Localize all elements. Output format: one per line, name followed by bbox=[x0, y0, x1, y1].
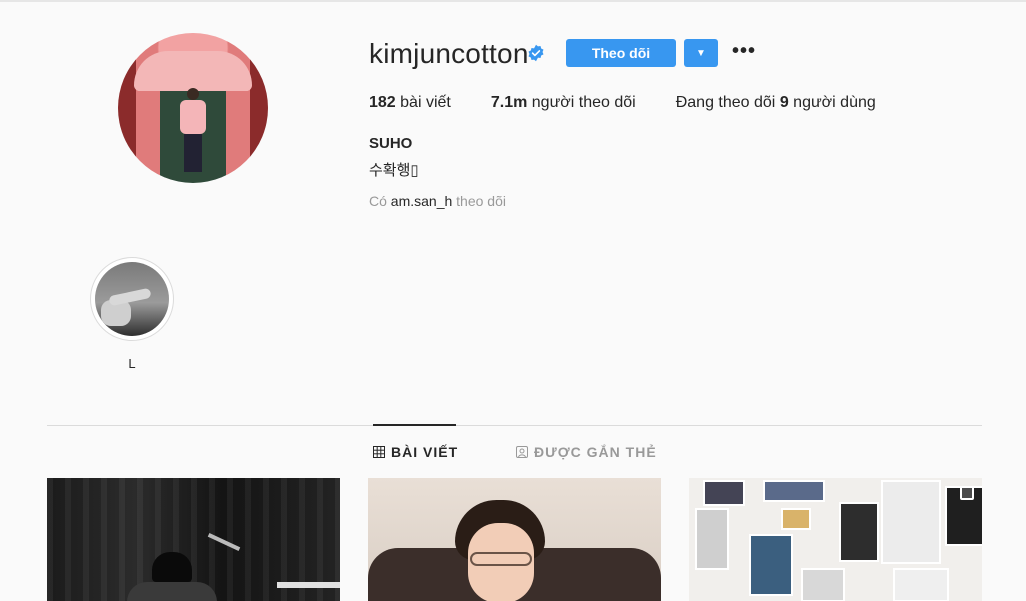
following-prefix: Đang theo dõi bbox=[675, 94, 776, 111]
followers-label: người theo dõi bbox=[531, 94, 636, 111]
post-thumbnail[interactable] bbox=[689, 478, 982, 601]
profile-avatar[interactable] bbox=[118, 33, 268, 183]
followed-by-user-link[interactable]: am.san_h bbox=[391, 193, 452, 209]
story-highlight[interactable]: L bbox=[90, 257, 178, 371]
chevron-down-icon: ▼ bbox=[696, 47, 706, 59]
posts-stat: 182 bài viết bbox=[369, 94, 451, 112]
followers-count: 7.1m bbox=[490, 94, 528, 111]
multiple-images-icon bbox=[960, 486, 974, 500]
tab-posts-label: BÀI VIẾT bbox=[391, 444, 459, 460]
tab-tagged[interactable]: ĐƯỢC GẮN THẺ bbox=[516, 444, 657, 460]
profile-full-name: SUHO bbox=[369, 135, 413, 152]
profile-stats: 182 bài viết 7.1m người theo dõi Đang th… bbox=[369, 94, 916, 112]
tab-posts[interactable]: BÀI VIẾT bbox=[373, 444, 458, 460]
following-stat[interactable]: Đang theo dõi 9 người dùng bbox=[676, 94, 876, 112]
profile-username: kimjuncotton bbox=[369, 38, 529, 69]
posts-count: 182 bbox=[369, 94, 396, 111]
following-suffix: người dùng bbox=[793, 94, 876, 111]
followers-stat[interactable]: 7.1m người theo dõi bbox=[491, 94, 636, 112]
tabs-divider bbox=[47, 425, 982, 426]
follow-button[interactable]: Theo dõi bbox=[566, 39, 676, 67]
post-thumbnail[interactable] bbox=[368, 478, 661, 601]
top-border bbox=[0, 0, 1026, 2]
verified-badge-icon bbox=[528, 44, 544, 62]
highlight-ring bbox=[90, 257, 174, 341]
highlight-cover bbox=[95, 262, 169, 336]
active-tab-indicator bbox=[373, 424, 456, 426]
tagged-icon bbox=[516, 446, 528, 458]
tab-tagged-label: ĐƯỢC GẮN THẺ bbox=[534, 444, 657, 460]
profile-bio: 수확행▯ bbox=[369, 162, 419, 179]
followed-by-prefix: Có bbox=[369, 193, 387, 209]
highlight-label: L bbox=[128, 356, 136, 371]
following-count: 9 bbox=[779, 94, 789, 111]
followed-by-suffix: theo dõi bbox=[456, 193, 506, 209]
grid-icon bbox=[373, 446, 385, 458]
post-thumbnail[interactable] bbox=[47, 478, 340, 601]
posts-label: bài viết bbox=[400, 94, 451, 111]
more-options-button[interactable]: ••• bbox=[731, 40, 757, 66]
suggestions-dropdown-button[interactable]: ▼ bbox=[684, 39, 718, 67]
followed-by: Có am.san_h theo dõi bbox=[369, 193, 506, 209]
